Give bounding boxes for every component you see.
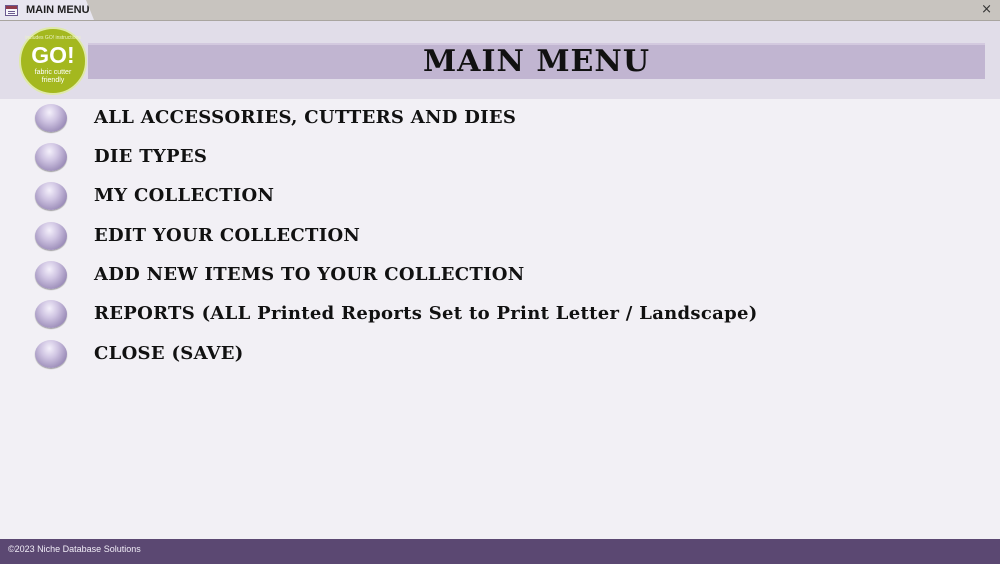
menu-item-my-collection[interactable]: MY COLLECTION	[0, 179, 900, 213]
menu-item-die-types[interactable]: DIE TYPES	[0, 140, 900, 174]
orb-button-icon[interactable]	[35, 261, 67, 289]
orb-button-icon[interactable]	[35, 340, 67, 368]
menu-item-label[interactable]: CLOSE (SAVE)	[94, 337, 244, 371]
copyright-text: ©2023 Niche Database Solutions	[8, 544, 141, 554]
orb-button-icon[interactable]	[35, 182, 67, 210]
orb-button-icon[interactable]	[35, 222, 67, 250]
logo-main-text: GO!	[31, 42, 75, 68]
menu-item-label[interactable]: ADD NEW ITEMS TO YOUR COLLECTION	[94, 258, 525, 292]
logo-line1: fabric cutter	[34, 69, 72, 76]
menu-item-add-new-items[interactable]: ADD NEW ITEMS TO YOUR COLLECTION	[0, 258, 900, 292]
document-tab-bar: MAIN MENU ×	[0, 0, 1000, 21]
menu-item-reports[interactable]: REPORTS (ALL Printed Reports Set to Prin…	[0, 297, 900, 331]
menu-item-label[interactable]: EDIT YOUR COLLECTION	[94, 219, 360, 253]
orb-button-icon[interactable]	[35, 300, 67, 328]
menu-item-label[interactable]: DIE TYPES	[94, 140, 207, 174]
orb-button-icon[interactable]	[35, 104, 67, 132]
form-icon	[5, 4, 18, 16]
tab-label: MAIN MENU	[26, 4, 90, 16]
go-logo: includes GO! instructions GO! fabric cut…	[19, 27, 87, 95]
tab-main-menu[interactable]: MAIN MENU	[0, 0, 94, 20]
close-icon[interactable]: ×	[981, 2, 992, 18]
footer-bar: ©2023 Niche Database Solutions	[0, 539, 1000, 564]
menu-item-edit-collection[interactable]: EDIT YOUR COLLECTION	[0, 219, 900, 253]
menu-item-label[interactable]: MY COLLECTION	[94, 179, 274, 213]
orb-button-icon[interactable]	[35, 143, 67, 171]
menu-item-close-save[interactable]: CLOSE (SAVE)	[0, 337, 900, 371]
logo-small-text: includes GO! instructions	[25, 35, 81, 41]
logo-line2: friendly	[41, 77, 65, 84]
title-bar: MAIN MENU	[88, 43, 985, 79]
menu-item-label[interactable]: ALL ACCESSORIES, CUTTERS AND DIES	[94, 101, 516, 135]
menu-item-label[interactable]: REPORTS (ALL Printed Reports Set to Prin…	[94, 297, 758, 331]
page-title: MAIN MENU	[422, 44, 651, 79]
menu-item-all-accessories[interactable]: ALL ACCESSORIES, CUTTERS AND DIES	[0, 101, 900, 135]
